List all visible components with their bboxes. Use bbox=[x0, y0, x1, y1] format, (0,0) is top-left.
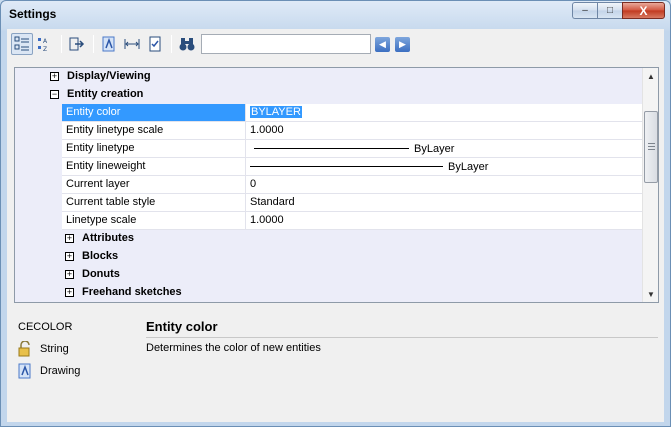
property-name: Linetype scale bbox=[62, 212, 246, 230]
property-name: Entity linetype bbox=[62, 140, 246, 158]
export-button[interactable] bbox=[66, 33, 88, 55]
window-title: Settings bbox=[9, 7, 57, 21]
lineweight-preview bbox=[250, 166, 443, 167]
checklist-icon bbox=[149, 36, 161, 52]
category-label: Freehand sketches bbox=[82, 286, 182, 298]
toolbar-separator bbox=[171, 35, 172, 53]
category-label: Attributes bbox=[82, 232, 134, 244]
expand-icon[interactable]: + bbox=[65, 288, 74, 297]
grip-line bbox=[648, 146, 655, 147]
property-grid-rows: + Display/Viewing − Entity creation Enti… bbox=[15, 68, 642, 302]
property-row-entity-color[interactable]: Entity color BYLAYER bbox=[15, 104, 642, 122]
title-bar[interactable]: Settings – □ X bbox=[1, 1, 670, 29]
scope-label: Drawing bbox=[40, 365, 81, 377]
linetype-label: ByLayer bbox=[414, 142, 455, 155]
categorized-view-button[interactable] bbox=[11, 33, 33, 55]
drawing-button[interactable] bbox=[98, 33, 120, 55]
property-row-entity-linetype[interactable]: Entity linetype ByLayer bbox=[15, 140, 642, 158]
alphabetical-sort-icon: A Z bbox=[38, 38, 48, 52]
property-row-current-layer[interactable]: Current layer 0 bbox=[15, 176, 642, 194]
scroll-down-icon[interactable]: ▼ bbox=[643, 286, 658, 302]
settings-window: Settings – □ X A Z ◀ ▶ + Display/Viewing… bbox=[0, 0, 671, 427]
categorized-view-icon bbox=[14, 36, 29, 51]
category-label: Display/Viewing bbox=[67, 70, 151, 82]
category-label: Donuts bbox=[82, 268, 120, 280]
property-value[interactable]: 0 bbox=[246, 176, 642, 194]
property-name: Current layer bbox=[62, 176, 246, 194]
binoculars-icon bbox=[179, 38, 195, 51]
category-freehand-sketches[interactable]: + Freehand sketches bbox=[15, 284, 642, 302]
vertical-scrollbar[interactable]: ▲ ▼ bbox=[642, 68, 658, 302]
type-label: String bbox=[40, 343, 69, 355]
property-name: Entity linetype scale bbox=[62, 122, 246, 140]
property-name: Entity color bbox=[62, 104, 246, 122]
expand-icon[interactable]: + bbox=[65, 270, 74, 279]
type-info: String bbox=[16, 341, 69, 357]
grip-line bbox=[648, 143, 655, 144]
category-label: Entity creation bbox=[67, 88, 144, 100]
property-name: Entity lineweight bbox=[62, 158, 246, 176]
property-row-current-table-style[interactable]: Current table style Standard bbox=[15, 194, 642, 212]
property-value[interactable]: ByLayer bbox=[246, 158, 642, 176]
expand-icon[interactable]: + bbox=[65, 252, 74, 261]
grip-line bbox=[648, 149, 655, 150]
expand-icon[interactable]: + bbox=[65, 234, 74, 243]
category-donuts[interactable]: + Donuts bbox=[15, 266, 642, 284]
linetype-preview bbox=[254, 148, 409, 149]
lineweight-label: ByLayer bbox=[448, 160, 489, 173]
property-row-linetype-scale[interactable]: Linetype scale 1.0000 bbox=[15, 212, 642, 230]
drawing-icon bbox=[16, 363, 34, 379]
category-display-viewing[interactable]: + Display/Viewing bbox=[15, 68, 642, 86]
property-value[interactable]: 1.0000 bbox=[246, 122, 642, 140]
lock-icon bbox=[16, 341, 34, 357]
description-panel: CECOLOR String Drawing Entity color Dete… bbox=[7, 309, 664, 422]
toolbar-separator bbox=[61, 35, 62, 53]
maximize-button[interactable]: □ bbox=[597, 2, 622, 19]
property-value[interactable]: ByLayer bbox=[246, 140, 642, 158]
entity-color-value[interactable]: BYLAYER bbox=[250, 106, 302, 118]
search-input[interactable] bbox=[201, 34, 371, 54]
alphabetical-sort-button[interactable]: A Z bbox=[34, 33, 56, 55]
dimension-icon bbox=[124, 39, 140, 49]
category-attributes[interactable]: + Attributes bbox=[15, 230, 642, 248]
minimize-button[interactable]: – bbox=[572, 2, 597, 19]
window-controls: – □ X bbox=[572, 2, 665, 19]
drawing-icon bbox=[102, 36, 115, 52]
property-row-entity-linetype-scale[interactable]: Entity linetype scale 1.0000 bbox=[15, 122, 642, 140]
scope-info: Drawing bbox=[16, 363, 80, 379]
description-divider bbox=[146, 337, 658, 338]
collapse-icon[interactable]: − bbox=[50, 90, 59, 99]
description-title: Entity color bbox=[146, 319, 218, 334]
dimension-button[interactable] bbox=[121, 33, 143, 55]
property-value[interactable]: Standard bbox=[246, 194, 642, 212]
svg-text:A: A bbox=[43, 38, 48, 45]
close-button[interactable]: X bbox=[622, 2, 665, 19]
expand-icon[interactable]: + bbox=[50, 72, 59, 81]
description-text: Determines the color of new entities bbox=[146, 342, 321, 354]
checklist-button[interactable] bbox=[144, 33, 166, 55]
property-grid: + Display/Viewing − Entity creation Enti… bbox=[14, 67, 659, 303]
category-entity-creation[interactable]: − Entity creation bbox=[15, 86, 642, 104]
scrollbar-thumb[interactable] bbox=[644, 111, 658, 183]
variable-name: CECOLOR bbox=[18, 321, 73, 333]
scroll-up-icon[interactable]: ▲ bbox=[643, 68, 658, 84]
property-value[interactable]: BYLAYER bbox=[246, 104, 642, 122]
property-row-entity-lineweight[interactable]: Entity lineweight ByLayer bbox=[15, 158, 642, 176]
toolbar: A Z ◀ ▶ bbox=[11, 31, 661, 57]
property-value[interactable]: 1.0000 bbox=[246, 212, 642, 230]
category-blocks[interactable]: + Blocks bbox=[15, 248, 642, 266]
back-button[interactable]: ◀ bbox=[375, 36, 390, 52]
toolbar-separator bbox=[93, 35, 94, 53]
forward-button[interactable]: ▶ bbox=[395, 36, 410, 52]
export-icon bbox=[69, 37, 85, 51]
find-button[interactable] bbox=[176, 33, 198, 55]
property-name: Current table style bbox=[62, 194, 246, 212]
svg-text:Z: Z bbox=[43, 46, 47, 52]
client-area: A Z ◀ ▶ + Display/Viewing − Entity creat… bbox=[7, 29, 664, 422]
category-label: Blocks bbox=[82, 250, 119, 262]
